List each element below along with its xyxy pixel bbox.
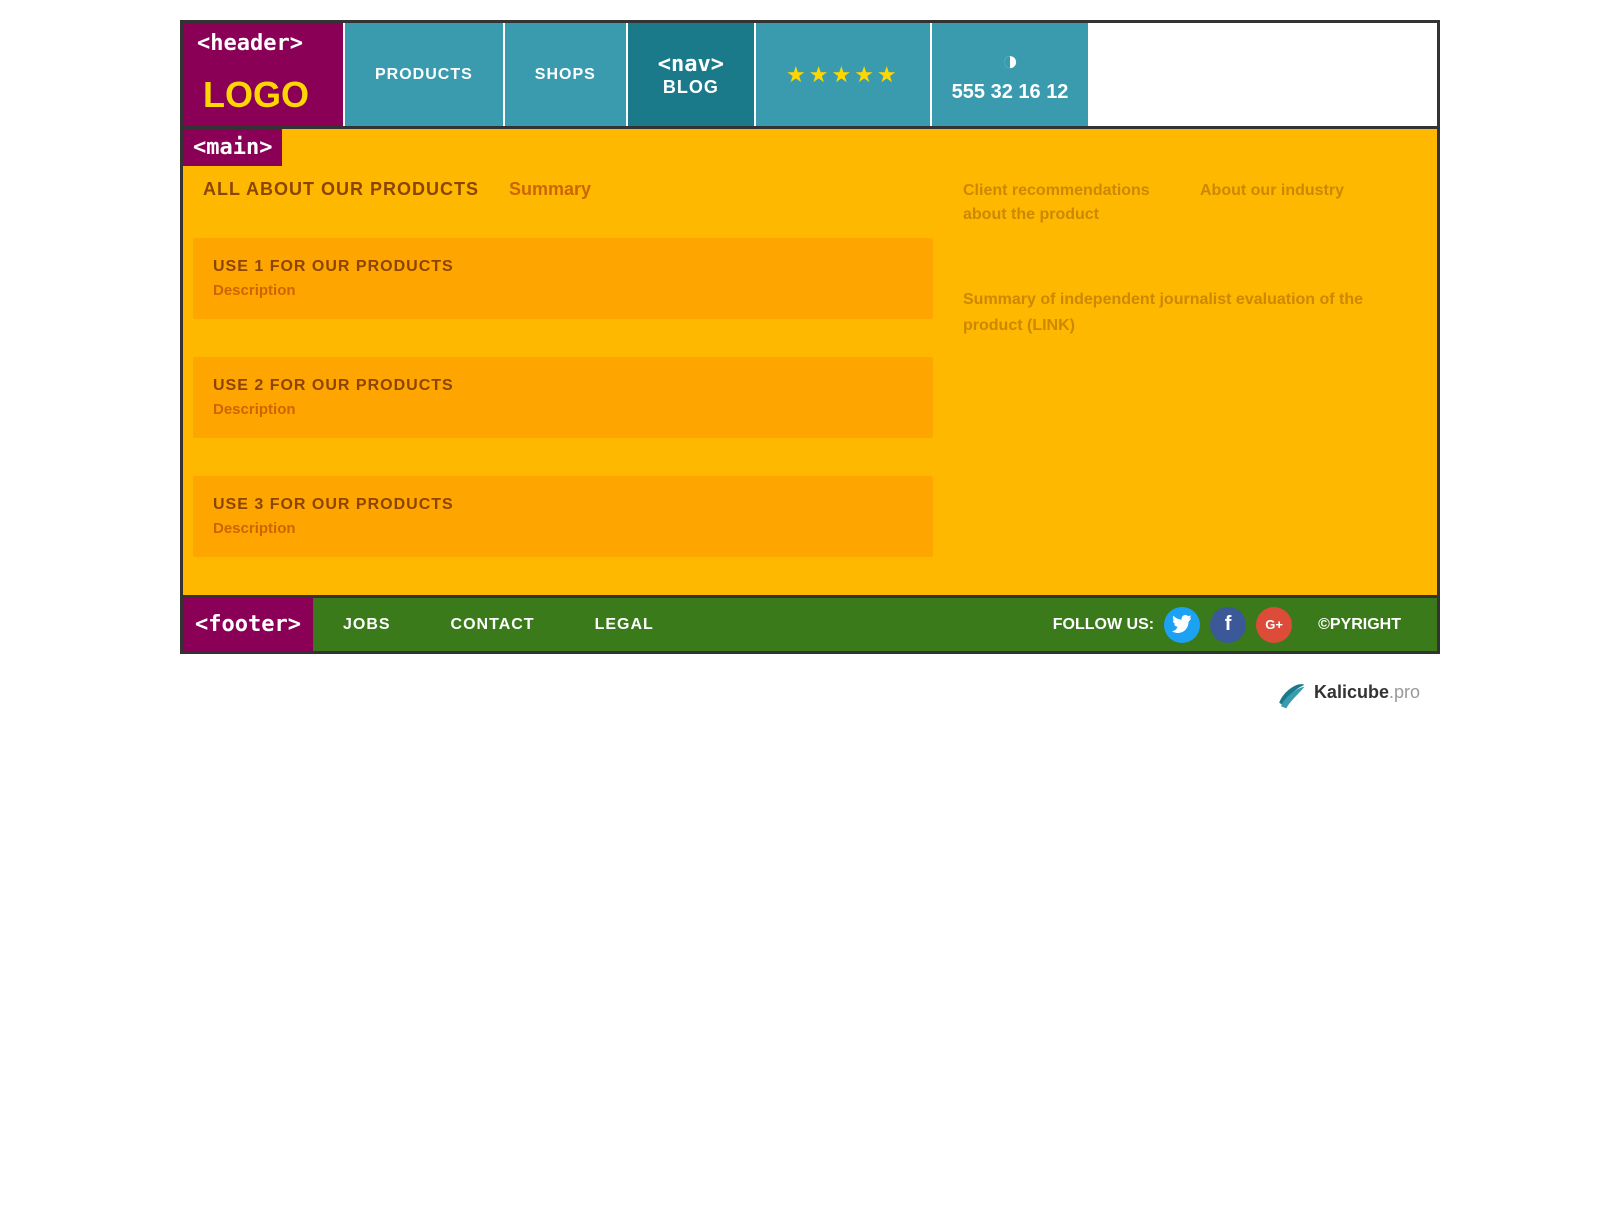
nav-item-blog[interactable]: <nav> BLOG — [626, 23, 754, 126]
footer-nav: JOBS CONTACT LEGAL — [313, 600, 684, 650]
block-2-desc: Description — [213, 401, 913, 418]
footer-nav-legal[interactable]: LEGAL — [565, 600, 684, 650]
main-tag: <main> — [183, 129, 282, 166]
googleplus-icon[interactable]: G+ — [1256, 607, 1292, 643]
block-3-desc: Description — [213, 520, 913, 537]
phone-number: 555 32 16 12 — [952, 81, 1069, 104]
block-1-desc: Description — [213, 282, 913, 299]
phone: ◑ 555 32 16 12 — [930, 23, 1089, 126]
block-2-title: USE 2 FOR OUR PRODUCTS — [213, 377, 913, 395]
logo: LOGO — [183, 64, 343, 126]
client-recommendations: Client recommendations about the product — [963, 179, 1180, 227]
nav-area: PRODUCTS SHOPS <nav> BLOG ★★★★★ ◑ 555 32… — [343, 23, 1437, 126]
main-right: Client recommendations about the product… — [943, 129, 1437, 595]
footer-tag: <footer> — [183, 598, 313, 651]
header-tag: <header> — [183, 23, 343, 64]
stars: ★★★★★ — [754, 23, 930, 126]
main-top-title: ALL ABOUT OUR PRODUCTS — [203, 179, 479, 200]
kalicube-swish-icon — [1272, 674, 1308, 710]
follow-label: FOLLOW US: — [1053, 616, 1154, 634]
right-top: Client recommendations about the product… — [963, 149, 1417, 227]
journalist-summary: Summary of independent journalist evalua… — [963, 287, 1417, 338]
footer-nav-jobs[interactable]: JOBS — [313, 600, 421, 650]
nav-item-shops[interactable]: SHOPS — [503, 23, 626, 126]
facebook-letter: f — [1225, 613, 1232, 636]
gap-3 — [193, 448, 933, 466]
gplus-label: G+ — [1265, 617, 1283, 632]
content-block-2: USE 2 FOR OUR PRODUCTS Description — [193, 357, 933, 438]
main-left: ALL ABOUT OUR PRODUCTS Summary USE 1 FOR… — [183, 129, 943, 595]
main-top-row: ALL ABOUT OUR PRODUCTS Summary — [193, 139, 933, 210]
kalicube-branding: Kalicube.pro — [1272, 674, 1420, 710]
main: <main> ALL ABOUT OUR PRODUCTS Summary US… — [183, 129, 1437, 595]
block-1-title: USE 1 FOR OUR PRODUCTS — [213, 258, 913, 276]
content-block-1: USE 1 FOR OUR PRODUCTS Description — [193, 238, 933, 319]
main-top-summary: Summary — [509, 179, 591, 200]
header: <header> LOGO PRODUCTS SHOPS <nav> BLOG … — [183, 23, 1437, 129]
nav-tag: <nav> — [658, 52, 724, 77]
gap-1 — [193, 210, 933, 228]
footer: <footer> JOBS CONTACT LEGAL FOLLOW US: f… — [183, 595, 1437, 651]
facebook-icon[interactable]: f — [1210, 607, 1246, 643]
phone-icon: ◑ — [1002, 45, 1019, 77]
block-3-title: USE 3 FOR OUR PRODUCTS — [213, 496, 913, 514]
footer-nav-contact[interactable]: CONTACT — [421, 600, 565, 650]
twitter-icon[interactable] — [1164, 607, 1200, 643]
gap-4 — [193, 567, 933, 585]
about-industry: About our industry — [1200, 179, 1417, 227]
gap-2 — [193, 329, 933, 347]
content-block-3: USE 3 FOR OUR PRODUCTS Description — [193, 476, 933, 557]
nav-item-products[interactable]: PRODUCTS — [343, 23, 503, 126]
footer-right: FOLLOW US: f G+ ©PYRIGHT — [1033, 607, 1437, 643]
nav-blog-label: BLOG — [663, 77, 719, 98]
copyright: ©PYRIGHT — [1302, 616, 1417, 634]
kalicube-name: Kalicube.pro — [1314, 682, 1420, 703]
